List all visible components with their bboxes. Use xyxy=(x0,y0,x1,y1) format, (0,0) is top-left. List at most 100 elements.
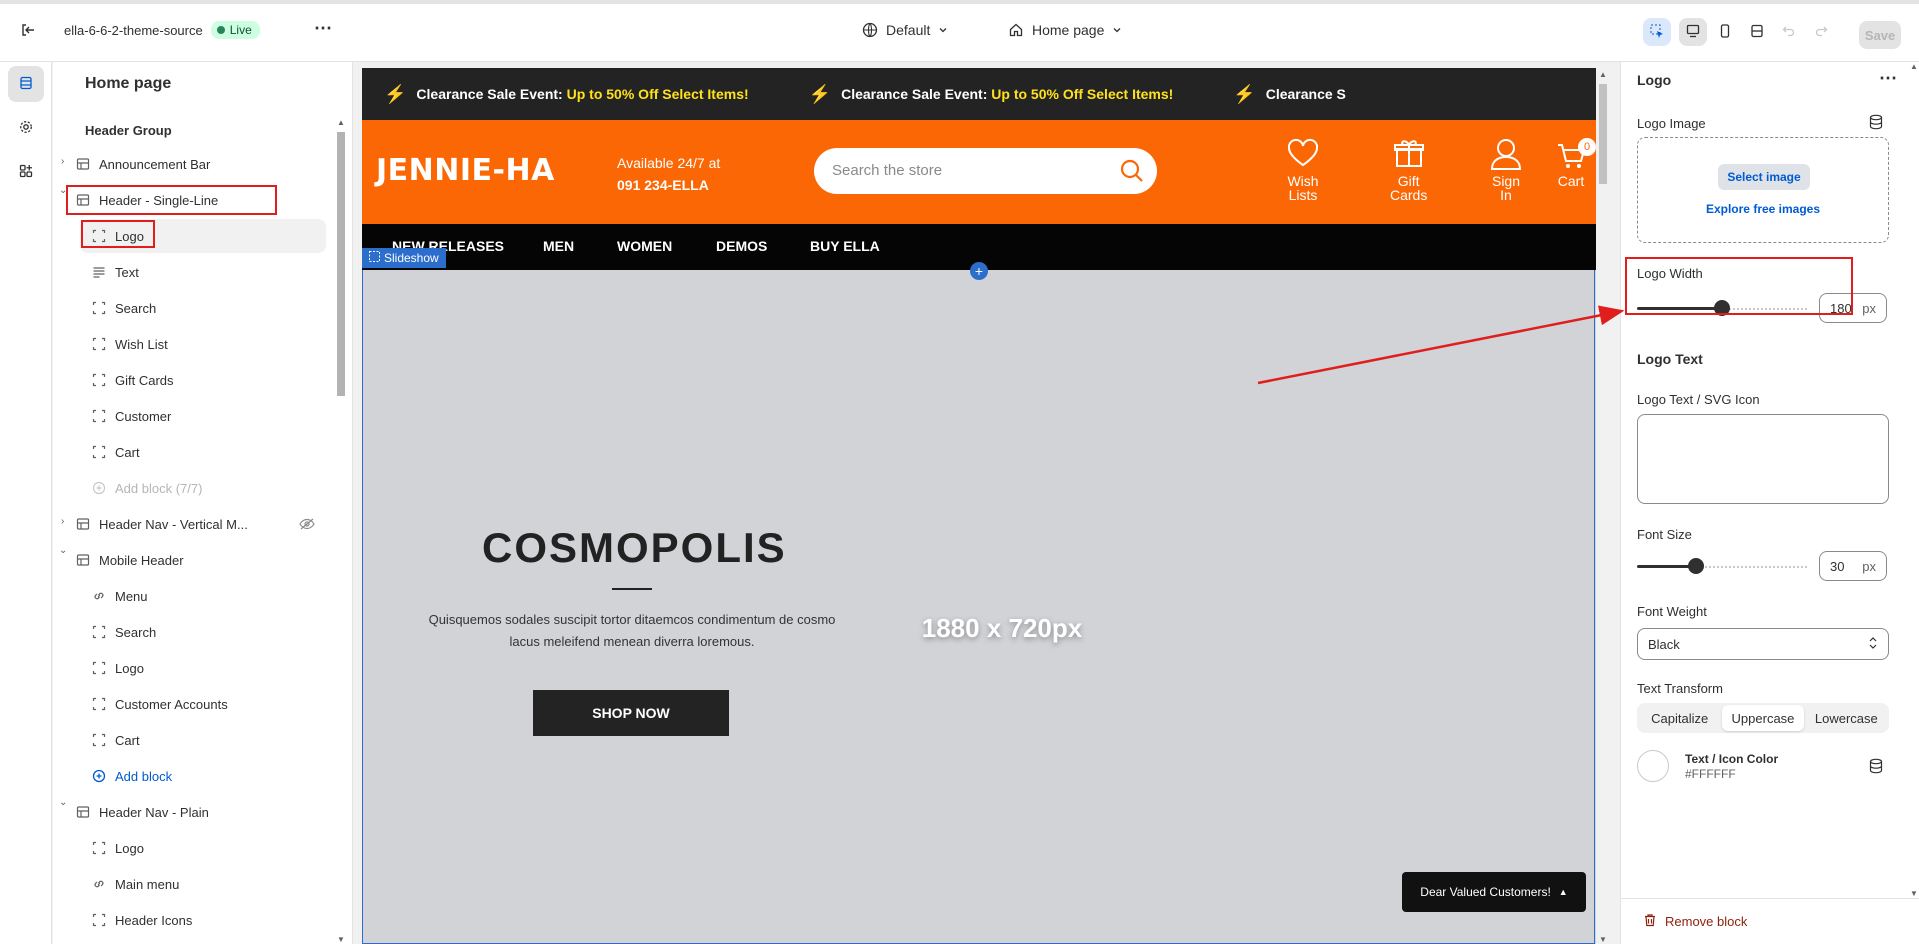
block-frame-icon xyxy=(91,372,107,388)
gear-icon xyxy=(18,119,34,138)
icon-rail xyxy=(0,62,52,944)
scroll-thumb[interactable] xyxy=(337,132,345,396)
announcement-item[interactable]: ⚡ Clearance Sale Event: Up to 50% Off Se… xyxy=(384,84,749,105)
block-customer[interactable]: Customer xyxy=(91,401,171,431)
user-icon xyxy=(1489,138,1523,172)
logo-text-label: Logo Text / SVG Icon xyxy=(1637,392,1760,407)
cart-icon: 0 xyxy=(1556,138,1596,172)
database-icon[interactable] xyxy=(1869,114,1883,133)
settings-title: Logo xyxy=(1637,72,1672,88)
section-announcement-bar[interactable]: Announcement Bar xyxy=(75,149,210,179)
block-customer-accounts[interactable]: Customer Accounts xyxy=(91,689,228,719)
signin-label-1: Sign xyxy=(1491,173,1521,189)
transform-uppercase[interactable]: Uppercase xyxy=(1722,705,1804,731)
slideshow-section-tag[interactable]: Slideshow xyxy=(362,248,446,268)
nav-women[interactable]: WOMEN xyxy=(617,238,672,254)
preview-scrollbar[interactable]: ▲ ▼ xyxy=(1596,68,1610,944)
scroll-down-icon: ▼ xyxy=(337,935,345,944)
page-select[interactable]: Home page xyxy=(1008,22,1122,38)
theme-select[interactable]: Default xyxy=(862,22,948,38)
remove-block-label: Remove block xyxy=(1665,914,1748,929)
block-header-icons[interactable]: Header Icons xyxy=(91,905,192,935)
cart-link[interactable]: 0 Cart xyxy=(1556,138,1596,188)
settings-footer: Remove block xyxy=(1621,898,1919,944)
block-text[interactable]: Text xyxy=(91,257,139,287)
slideshow-tag-label: Slideshow xyxy=(384,251,439,265)
shop-now-button[interactable]: SHOP NOW xyxy=(533,690,729,736)
color-value: #FFFFFF xyxy=(1685,767,1736,781)
font-weight-select[interactable]: Black xyxy=(1637,628,1889,660)
store-search-input[interactable]: Search the store xyxy=(814,148,1157,194)
announcement-prefix: Clearance Sale Event: xyxy=(841,86,988,102)
slider-knob[interactable] xyxy=(1688,558,1704,574)
block-search[interactable]: Search xyxy=(91,293,156,323)
theme-settings-button[interactable] xyxy=(8,110,44,146)
view-toolbar xyxy=(1643,18,1835,46)
more-actions-button[interactable]: ⋯ xyxy=(314,18,332,39)
sections-button[interactable] xyxy=(8,66,44,102)
block-label: Wish List xyxy=(115,336,168,352)
wish-lists-link[interactable]: Wish Lists xyxy=(1286,138,1320,202)
left-scrollbar[interactable]: ▲ ▼ xyxy=(335,118,347,944)
slideshow-section[interactable] xyxy=(362,270,1595,944)
fullscreen-view-button[interactable] xyxy=(1743,18,1771,46)
explore-free-images-link[interactable]: Explore free images xyxy=(1638,202,1888,216)
block-label: Customer xyxy=(115,408,172,424)
block-logo[interactable]: Logo xyxy=(91,653,144,683)
chevron-down-icon[interactable]: ⌄ xyxy=(59,797,67,808)
desktop-view-button[interactable] xyxy=(1679,18,1707,46)
settings-scrollbar[interactable]: ▲ ▼ xyxy=(1909,62,1919,898)
chevron-down-icon[interactable]: ⌄ xyxy=(59,545,67,556)
eye-hidden-icon[interactable] xyxy=(299,517,315,534)
color-swatch[interactable] xyxy=(1637,750,1669,782)
logo-text-textarea[interactable] xyxy=(1637,414,1889,504)
announcement-item[interactable]: ⚡ Clearance Sale Event: Up to 50% Off Se… xyxy=(809,84,1174,105)
apps-button[interactable] xyxy=(8,154,44,190)
block-wish-list[interactable]: Wish List xyxy=(91,329,168,359)
exit-button[interactable] xyxy=(20,22,36,38)
section-header-nav-vertical[interactable]: Header Nav - Vertical M... xyxy=(75,509,248,539)
font-size-slider[interactable] xyxy=(1637,556,1807,576)
section-header-nav-plain[interactable]: Header Nav - Plain xyxy=(75,797,209,827)
slide-title: COSMOPOLIS xyxy=(482,524,787,571)
nav-buy-ella[interactable]: BUY ELLA xyxy=(810,238,880,254)
remove-block-button[interactable]: Remove block xyxy=(1643,913,1747,930)
select-image-button[interactable]: Select image xyxy=(1718,164,1810,190)
phone-number[interactable]: 091 234-ELLA xyxy=(617,174,720,196)
block-cart[interactable]: Cart xyxy=(91,437,140,467)
nav-demos[interactable]: DEMOS xyxy=(716,238,767,254)
scroll-thumb[interactable] xyxy=(1599,84,1607,184)
inspector-button[interactable] xyxy=(1643,18,1671,46)
transform-lowercase[interactable]: Lowercase xyxy=(1806,705,1887,731)
block-search[interactable]: Search xyxy=(91,617,156,647)
store-logo[interactable]: JENNIE-HA xyxy=(376,153,555,188)
sign-in-link[interactable]: Sign In xyxy=(1489,138,1523,202)
mobile-view-button[interactable] xyxy=(1711,18,1739,46)
chevron-right-icon[interactable]: › xyxy=(61,516,64,527)
chevron-down-icon xyxy=(1112,22,1122,38)
chevron-right-icon[interactable]: › xyxy=(61,156,64,167)
transform-capitalize[interactable]: Capitalize xyxy=(1639,705,1720,731)
dear-customers-popup-button[interactable]: Dear Valued Customers! ▲ xyxy=(1402,872,1586,912)
more-dots-icon: ⋯ xyxy=(314,18,332,38)
nav-men[interactable]: MEN xyxy=(543,238,574,254)
gift-cards-link[interactable]: Gift Cards xyxy=(1390,138,1427,202)
block-logo[interactable]: Logo xyxy=(91,833,144,863)
save-button[interactable]: Save xyxy=(1859,21,1901,49)
announcement-item[interactable]: ⚡ Clearance S xyxy=(1233,84,1346,105)
more-options-button[interactable]: ⋯ xyxy=(1879,68,1897,89)
block-main-menu[interactable]: Main menu xyxy=(91,869,179,899)
block-gift-cards[interactable]: Gift Cards xyxy=(91,365,174,395)
add-block-button[interactable]: Add block xyxy=(91,761,172,791)
database-icon[interactable] xyxy=(1869,758,1883,777)
highlight-box xyxy=(66,185,277,215)
redo-button[interactable] xyxy=(1807,18,1835,46)
search-icon[interactable] xyxy=(1119,158,1145,187)
undo-button[interactable] xyxy=(1775,18,1803,46)
block-menu[interactable]: Menu xyxy=(91,581,148,611)
section-mobile-header[interactable]: Mobile Header xyxy=(75,545,184,575)
lightning-icon: ⚡ xyxy=(808,83,832,104)
block-cart[interactable]: Cart xyxy=(91,725,140,755)
font-size-input[interactable]: 30 px xyxy=(1819,551,1887,581)
group-title: Header Group xyxy=(85,123,172,138)
